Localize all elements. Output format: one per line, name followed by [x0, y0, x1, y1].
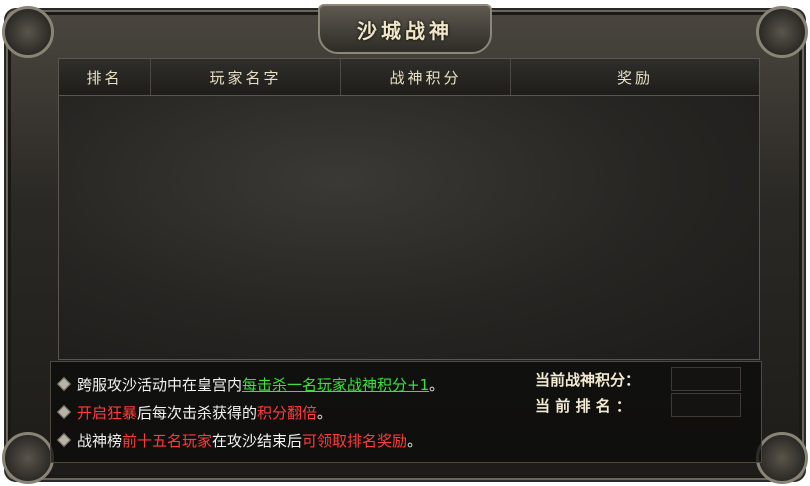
rule-line-3: 战神榜 前十五名玩家 在攻沙结束后 可领取排名奖励 。 [55, 426, 533, 454]
frame-corner-ornament [2, 432, 54, 484]
frame-corner-ornament [2, 6, 54, 58]
column-header-reward: 奖励 [616, 68, 653, 87]
diamond-bullet-icon [56, 432, 72, 448]
diamond-bullet-icon [56, 404, 72, 420]
rule-text: 。 [317, 403, 333, 422]
rule-text: 跨服攻沙活动中在皇宫内 [77, 375, 243, 394]
rule-line-1: 跨服攻沙活动中在皇宫内 每击杀一名玩家战神积分+1 。 [55, 370, 533, 398]
ranking-table-header: 排名 玩家名字 战神积分 奖励 [59, 59, 759, 96]
info-panel: 跨服攻沙活动中在皇宫内 每击杀一名玩家战神积分+1 。 开启狂暴 后每次击杀获得… [50, 361, 762, 463]
column-header-player-name: 玩家名字 [151, 59, 341, 95]
current-score-label: 当前战神积分： [535, 370, 641, 389]
rule-highlight-link[interactable]: 每击杀一名玩家战神积分+1 [242, 374, 429, 395]
current-rank-row: 当 前 排 名 ： [535, 392, 755, 418]
frame-corner-ornament [756, 432, 808, 484]
column-header-rank: 排名 [59, 59, 151, 95]
rule-text: 战神榜 [77, 431, 123, 450]
current-score-value [671, 367, 741, 391]
rule-highlight: 积分翻倍 [257, 403, 318, 422]
rule-text: 后每次击杀获得的 [137, 403, 258, 422]
rule-line-2: 开启狂暴 后每次击杀获得的 积分翻倍 。 [55, 398, 533, 426]
rule-text: 。 [429, 375, 445, 394]
diamond-bullet-icon [56, 376, 72, 392]
rule-highlight: 开启狂暴 [77, 403, 138, 422]
ranking-table: 排名 玩家名字 战神积分 奖励 [58, 58, 760, 360]
rule-highlight: 前十五名玩家 [122, 431, 213, 450]
title-plate: 沙城战神 [318, 4, 492, 54]
rule-text: 在攻沙结束后 [212, 431, 303, 450]
window-title: 沙城战神 [357, 18, 453, 43]
rule-highlight: 可领取排名奖励 [302, 431, 408, 450]
frame-corner-ornament [756, 6, 808, 58]
column-header-war-god-score: 战神积分 [341, 59, 511, 95]
rules-list: 跨服攻沙活动中在皇宫内 每击杀一名玩家战神积分+1 。 开启狂暴 后每次击杀获得… [55, 370, 533, 454]
rule-text: 。 [407, 431, 423, 450]
current-rank-label: 当 前 排 名 ： [535, 396, 631, 415]
player-stats: 当前战神积分： 当 前 排 名 ： [535, 366, 755, 418]
current-score-row: 当前战神积分： [535, 366, 755, 392]
current-rank-value [671, 393, 741, 417]
